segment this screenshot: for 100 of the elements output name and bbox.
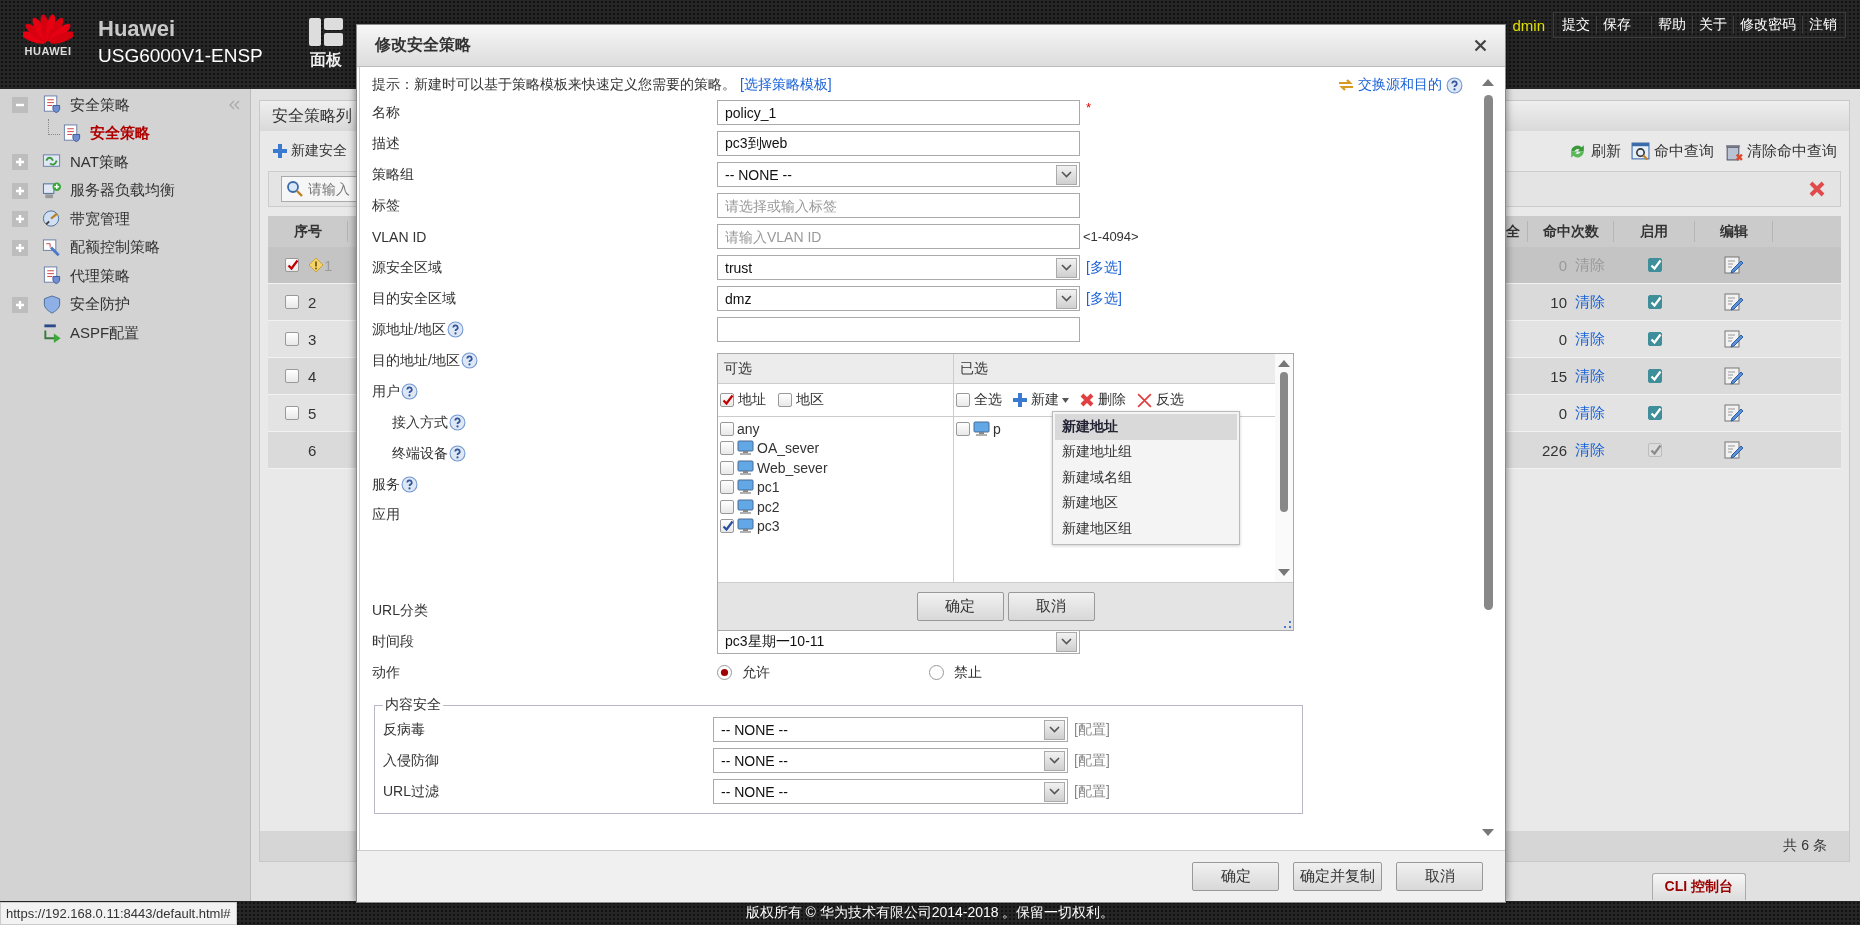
console-tab[interactable]: CLI 控制台	[1651, 873, 1746, 900]
clear-link[interactable]: 清除	[1575, 329, 1605, 349]
hint-text: 提示：新建时可以基于策略模板来快速定义您需要的策略。	[372, 76, 736, 94]
list-item[interactable]: p	[993, 420, 1001, 437]
select-field[interactable]: -- NONE --	[713, 717, 1068, 742]
config-link[interactable]: [配置]	[1074, 720, 1110, 739]
status-url: https://192.168.0.11:8443/default.html#	[0, 902, 237, 925]
new-policy-button[interactable]: 新建安全	[272, 142, 347, 160]
column-header[interactable]: 编辑	[1695, 221, 1773, 242]
header-link[interactable]: 关于	[1692, 16, 1733, 34]
select-all-checkbox[interactable]: 全选	[956, 391, 1002, 409]
dialog-title: 修改安全策略	[375, 35, 471, 55]
input-field[interactable]: pc3到web	[717, 131, 1080, 156]
field-label: 时间段	[372, 632, 414, 651]
clear-link[interactable]: 清除	[1575, 366, 1605, 386]
menu-item[interactable]: 新建地址组	[1055, 439, 1237, 465]
field-label: 动作	[372, 663, 400, 682]
field-label: 源安全区域	[372, 258, 442, 277]
nav-item[interactable]: 服务器负载均衡	[70, 181, 175, 201]
field-label: 策略组	[372, 165, 414, 184]
list-action-button[interactable]: 反选	[1136, 391, 1184, 409]
select-field[interactable]: -- NONE --	[713, 779, 1068, 804]
filter-checkbox[interactable]: 地址	[720, 391, 766, 409]
field-label: URL分类	[372, 601, 428, 620]
nav-item[interactable]: 安全策略	[90, 124, 150, 144]
header-link[interactable]: 注销	[1802, 16, 1843, 34]
swap-link[interactable]: 交换源和目的	[1358, 76, 1442, 94]
field-label: 接入方式	[392, 413, 448, 432]
nav-item[interactable]: 安全策略	[70, 95, 130, 115]
clear-link[interactable]: 清除	[1575, 292, 1605, 312]
list-action-button[interactable]: 新建	[1012, 391, 1069, 409]
menu-item[interactable]: 新建地址	[1055, 414, 1237, 440]
radio-label[interactable]: 允许	[742, 663, 770, 682]
field-label: 应用	[372, 506, 400, 524]
header-link[interactable]: 保存	[1596, 16, 1637, 34]
picker-button[interactable]: 确定	[916, 592, 1004, 621]
table-cell: 2	[308, 293, 317, 311]
nav-item[interactable]: 安全防护	[70, 295, 130, 315]
toolbar-button[interactable]: 清除命中查询	[1724, 141, 1837, 161]
nav-item[interactable]: 配额控制策略	[70, 238, 160, 258]
table-cell: 0	[1558, 404, 1567, 422]
clear-link[interactable]: 清除	[1575, 403, 1605, 423]
nav-item[interactable]: NAT策略	[70, 152, 129, 172]
column-header[interactable]: 序号	[268, 221, 348, 242]
list-item[interactable]: any	[737, 420, 760, 437]
range-hint: <1-4094>	[1083, 229, 1139, 244]
config-link[interactable]: [配置]	[1074, 782, 1110, 801]
list-item[interactable]: pc2	[757, 498, 780, 515]
field-label: 目的地址/地区	[372, 351, 460, 370]
input-field[interactable]: 请输入VLAN ID	[717, 224, 1080, 249]
table-cell: 5	[308, 404, 317, 422]
nav-item[interactable]: ASPF配置	[70, 323, 140, 343]
toolbar-button[interactable]: 命中查询	[1631, 141, 1714, 161]
config-link[interactable]: [配置]	[1074, 751, 1110, 770]
header-link[interactable]: 提交	[1556, 16, 1596, 34]
required-mark: *	[1086, 100, 1092, 115]
input-field[interactable]: 请选择或输入标签	[717, 193, 1080, 218]
header-link[interactable]: 帮助	[1651, 16, 1692, 34]
menu-item[interactable]: 新建域名组	[1055, 465, 1237, 491]
field-label: VLAN ID	[372, 228, 427, 245]
column-header[interactable]: 启用	[1614, 221, 1695, 242]
multi-select-link[interactable]: [多选]	[1086, 289, 1122, 308]
dialog-button[interactable]: 确定并复制	[1293, 862, 1382, 891]
field-label: 用户	[372, 382, 400, 401]
list-action-button[interactable]: 删除	[1079, 391, 1126, 409]
column-title: 可选	[724, 359, 752, 378]
nav-item[interactable]: 代理策略	[70, 266, 130, 286]
clear-link[interactable]: 清除	[1575, 440, 1605, 460]
list-item[interactable]: OA_sever	[757, 440, 820, 457]
table-cell: 15	[1550, 367, 1567, 385]
device-model: USG6000V1-ENSP	[98, 45, 263, 67]
table-cell: 10	[1550, 293, 1567, 311]
radio-label[interactable]: 禁止	[954, 663, 982, 682]
dashboard-tab[interactable]: 面板	[308, 18, 343, 71]
header-link[interactable]: 修改密码	[1733, 16, 1802, 34]
row-count: 共 6 条	[1783, 837, 1827, 855]
column-title: 已选	[960, 359, 988, 378]
list-item[interactable]: pc1	[757, 479, 780, 496]
filter-checkbox[interactable]: 地区	[778, 391, 824, 409]
toolbar-button[interactable]: 刷新	[1568, 141, 1621, 161]
select-field[interactable]: -- NONE --	[713, 748, 1068, 773]
column-header[interactable]: 命中次数	[1528, 221, 1614, 242]
field-label: 目的安全区域	[372, 289, 456, 308]
multi-select-link[interactable]: [多选]	[1086, 258, 1122, 277]
input-field[interactable]: policy_1	[717, 100, 1080, 125]
menu-item[interactable]: 新建地区组	[1055, 516, 1237, 542]
picker-button[interactable]: 取消	[1007, 592, 1095, 621]
nav-item[interactable]: 带宽管理	[70, 209, 130, 229]
table-cell: 4	[308, 367, 317, 385]
dialog-button[interactable]: 取消	[1396, 862, 1483, 891]
dialog-button[interactable]: 确定	[1192, 862, 1279, 891]
select-field[interactable]: dmz	[717, 286, 1080, 311]
menu-item[interactable]: 新建地区	[1055, 490, 1237, 516]
list-item[interactable]: Web_sever	[757, 459, 828, 476]
select-field[interactable]: -- NONE --	[717, 162, 1080, 187]
select-field[interactable]: trust	[717, 255, 1080, 280]
field-label: 终端设备	[392, 444, 448, 463]
select-field[interactable]: pc3星期一10-11	[717, 629, 1080, 654]
list-item[interactable]: pc3	[757, 518, 780, 535]
template-link[interactable]: [选择策略模板]	[739, 76, 832, 94]
